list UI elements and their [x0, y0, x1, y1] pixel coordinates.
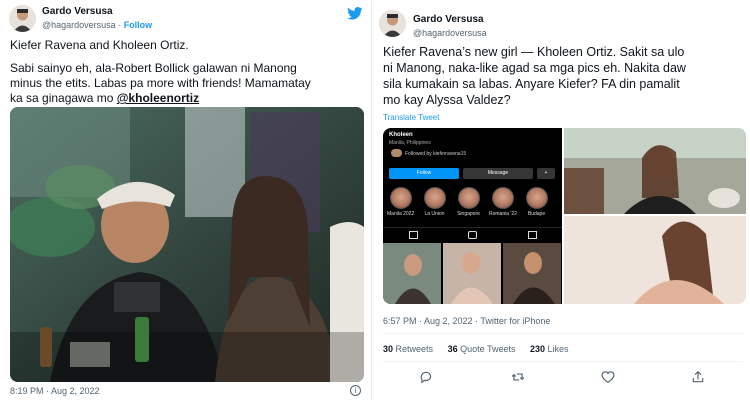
follow-link[interactable]: Follow [124, 20, 153, 30]
avatar[interactable] [379, 10, 406, 37]
ig-highlight-ring [423, 187, 446, 209]
ig-follow-button: Follow [389, 168, 459, 179]
likes-stat[interactable]: 230 Likes [530, 344, 569, 354]
share-icon[interactable] [691, 370, 705, 384]
engagement-stats: 30 Retweets 36 Quote Tweets 230 Likes [383, 344, 581, 354]
tweet-line: ka sa ginagawa mo [10, 91, 117, 105]
tweet-timestamp[interactable]: 6:57 PM · Aug 2, 2022 · Twitter for iPho… [383, 316, 550, 326]
ig-highlight: Singapore [455, 187, 482, 217]
tagged-icon [528, 231, 537, 239]
ig-highlight: Budape [523, 187, 550, 217]
quotes-label: Quote Tweets [460, 344, 516, 354]
tweet-text: Kiefer Ravena and Kholeen Ortiz. Sabi sa… [10, 38, 311, 106]
ig-profile-name: Kholeen [389, 132, 413, 138]
ig-tab-bar [383, 227, 562, 241]
author-block: Gardo Versusa @hagardoversusa [413, 14, 487, 39]
tweet-photo[interactable] [564, 216, 746, 304]
ig-highlight: La Union [421, 187, 448, 217]
reply-icon[interactable] [419, 370, 433, 384]
tweet-photo[interactable] [10, 107, 364, 382]
like-icon[interactable] [601, 370, 615, 384]
media-grid: Kholeen Manila, Philippines Followed by … [383, 128, 746, 304]
tweet-timestamp[interactable]: 8:19 PM · Aug 2, 2022 [10, 386, 100, 396]
ig-highlight-ring [389, 187, 412, 209]
twitter-bird-icon[interactable] [347, 7, 363, 25]
separator: · [115, 20, 124, 30]
ig-message-button: Message [463, 168, 533, 179]
tweet-line: Kiefer Ravena’s new girl — Kholeen Ortiz… [383, 45, 685, 59]
tweet-line: ni Manong, naka-like agad sa mga pics eh… [383, 61, 686, 75]
action-bar [383, 370, 743, 384]
tweet-header: Gardo Versusa @hagardoversusa · Follow [0, 0, 371, 34]
ig-highlight-label: Romania '22 [489, 211, 517, 217]
ig-thumbnail [443, 243, 501, 304]
ig-highlight-label: Manila 2022 [387, 211, 415, 217]
ig-thumbnail [383, 243, 441, 304]
divider [383, 361, 743, 362]
tweet-header: Gardo Versusa @hagardoversusa [373, 0, 750, 38]
tweet-paragraph-1: Kiefer Ravena and Kholeen Ortiz. [10, 38, 189, 52]
grid-icon [409, 231, 418, 239]
ig-highlight: Romania '22 [489, 187, 517, 217]
tweet-line-with-mention: ka sa ginagawa mo @kholeenortiz [10, 91, 311, 106]
likes-label: Likes [547, 344, 569, 354]
quotes-stat[interactable]: 36 Quote Tweets [448, 344, 516, 354]
info-icon[interactable]: i [350, 385, 361, 396]
tweet-photo[interactable] [564, 128, 746, 214]
quotes-count: 36 [447, 344, 458, 354]
ig-mutual-avatar [391, 149, 402, 157]
ig-highlight-label: La Union [424, 211, 445, 217]
ig-highlight-ring [491, 187, 514, 209]
mention-link[interactable]: @kholeenortiz [117, 91, 199, 105]
retweets-stat[interactable]: 30 Retweets [383, 344, 433, 354]
divider [383, 333, 743, 334]
add-person-icon: + [537, 168, 555, 179]
ig-highlight-label: Budape [527, 211, 546, 217]
tweet-line: Sabi sainyo eh, ala-Robert Bollick galaw… [10, 61, 297, 75]
tweet-line: mo kay Alyssa Valdez? [383, 93, 511, 107]
instagram-screenshot[interactable]: Kholeen Manila, Philippines Followed by … [383, 128, 562, 304]
ig-highlight-ring [525, 187, 548, 209]
retweets-label: Retweets [395, 344, 434, 354]
ig-location: Manila, Philippines [389, 140, 431, 146]
display-name[interactable]: Gardo Versusa [413, 14, 487, 26]
author-block: Gardo Versusa @hagardoversusa · Follow [42, 6, 152, 31]
ig-highlight-ring [457, 187, 480, 209]
tweet-line: sila kumakain sa labas. Anyare Kiefer? F… [383, 77, 680, 91]
avatar[interactable] [9, 5, 36, 32]
display-name[interactable]: Gardo Versusa [42, 6, 152, 18]
retweet-icon[interactable] [511, 370, 525, 384]
ig-thumbnail-grid [383, 243, 562, 304]
retweets-count: 30 [383, 344, 394, 354]
reels-icon [468, 231, 477, 239]
tweet-line: minus the etits. Labas pa more with frie… [10, 76, 311, 90]
ig-highlight: Manila 2022 [387, 187, 414, 217]
handle[interactable]: @hagardoversusa [42, 20, 116, 30]
ig-followed-by: Followed by kieferravena15 [405, 151, 467, 157]
handle[interactable]: @hagardoversusa [413, 27, 487, 39]
ig-thumbnail [503, 243, 561, 304]
ig-highlight-label: Singapore [457, 211, 480, 217]
likes-count: 230 [530, 344, 546, 354]
left-tweet-card: Gardo Versusa @hagardoversusa · Follow K… [0, 0, 372, 400]
tweet-text: Kiefer Ravena’s new girl — Kholeen Ortiz… [383, 44, 686, 108]
right-tweet-card: Gardo Versusa @hagardoversusa Kiefer Rav… [373, 0, 750, 400]
handle-row: @hagardoversusa · Follow [42, 19, 152, 31]
translate-link[interactable]: Translate Tweet [383, 113, 439, 122]
